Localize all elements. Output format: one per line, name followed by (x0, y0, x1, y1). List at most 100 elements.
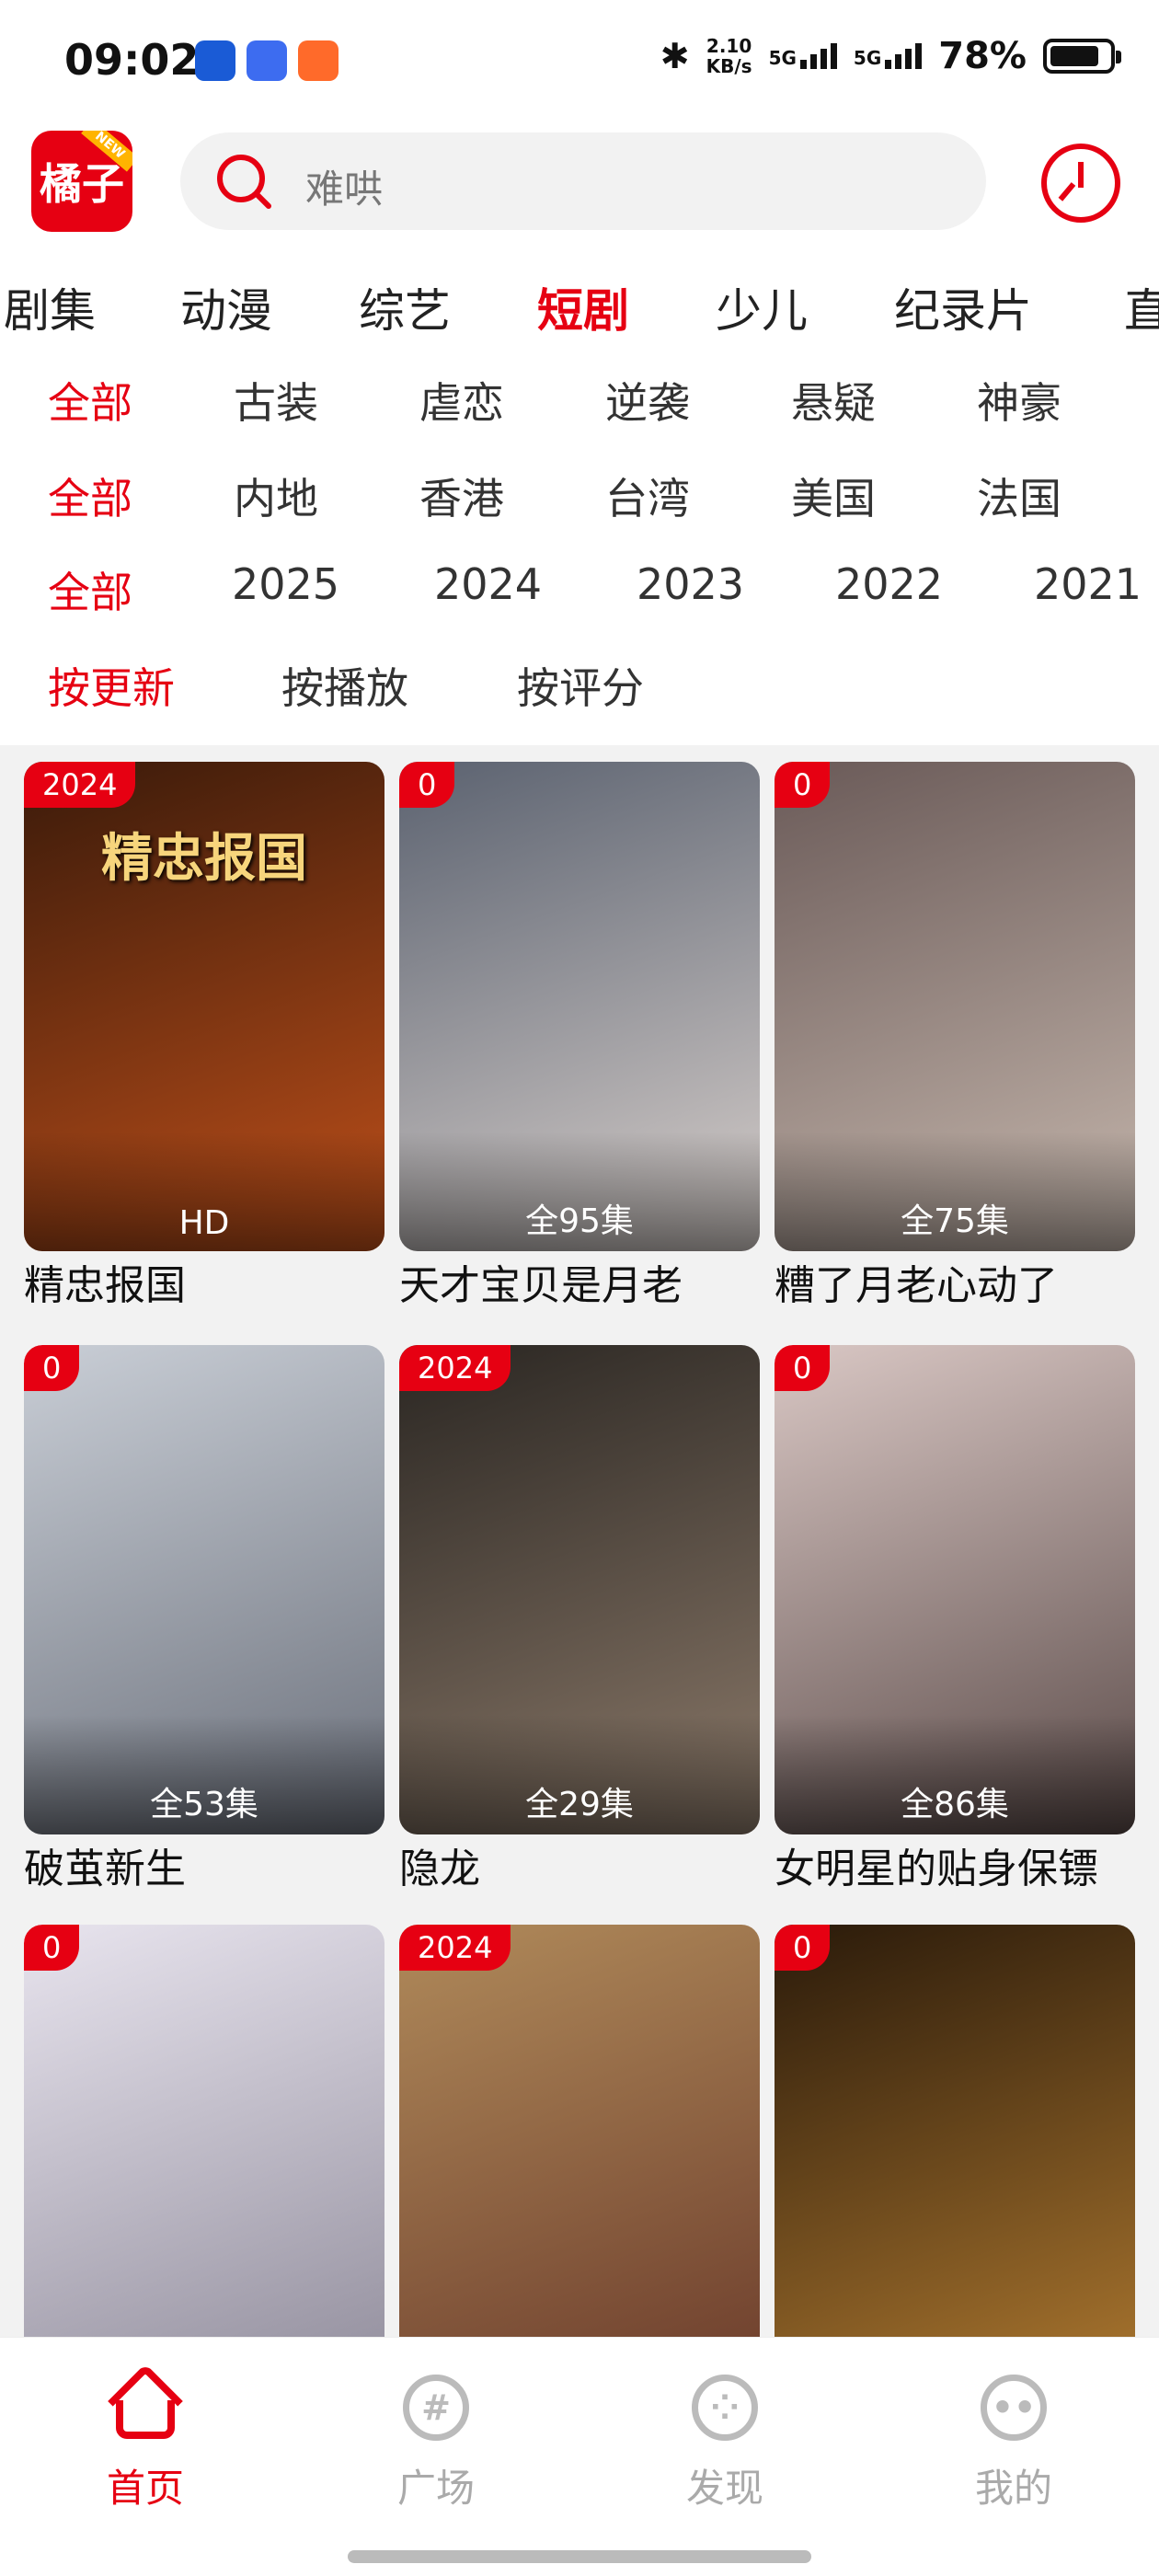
filter-year-item[interactable]: 2022 (835, 559, 943, 609)
poster-image: 2024 (399, 1925, 760, 2337)
drama-card[interactable]: 0 (24, 1925, 384, 2337)
filter-row-genre: 全部 古装 虐恋 逆袭 悬疑 神豪 (0, 370, 1159, 434)
episode-count: HD (178, 1204, 230, 1242)
drama-title: 糟了月老心动了 (775, 1262, 1058, 1309)
filter-year-all[interactable]: 全部 (48, 559, 132, 620)
poster-image: 2024 全29集 (399, 1345, 760, 1834)
tab-series[interactable]: 剧集 (4, 274, 96, 340)
tab-documentary[interactable]: 纪录片 (894, 274, 1032, 340)
profile-icon: •• (981, 2375, 1047, 2441)
nav-label: 发现 (685, 2466, 763, 2511)
bottom-nav: 首页 # 广场 ⁘ 发现 •• 我的 (0, 2337, 1159, 2576)
year-badge: 2024 (399, 1345, 511, 1391)
status-right: ✱ 2.10 KB/s 5G 5G 78% (660, 35, 1121, 77)
episode-count: 全75集 (901, 1202, 1009, 1240)
nav-profile[interactable]: •• 我的 (940, 2375, 1087, 2513)
filter-row-region: 全部 内地 香港 台湾 美国 法国 (0, 466, 1159, 530)
filter-year-item[interactable]: 2021 (1034, 559, 1142, 609)
filter-genre-item[interactable]: 逆袭 (605, 370, 690, 431)
episode-count: 全86集 (901, 1786, 1009, 1823)
filter-genre-item[interactable]: 神豪 (977, 370, 1061, 431)
filter-genre-all[interactable]: 全部 (48, 370, 132, 431)
filter-row-year: 全部 2025 2024 2023 2022 2021 (0, 559, 1159, 624)
drama-card[interactable]: 0 全95集 天才宝贝是月老 (399, 762, 760, 1316)
app-logo[interactable]: 橘子 NEW (31, 131, 132, 232)
sort-by-plays[interactable]: 按播放 (281, 655, 408, 716)
filter-year-item[interactable]: 2025 (232, 559, 339, 609)
filter-region-item[interactable]: 内地 (234, 466, 318, 526)
year-badge: 2024 (24, 762, 136, 808)
filter-region-all[interactable]: 全部 (48, 466, 132, 526)
filter-genre-item[interactable]: 古装 (234, 370, 318, 431)
search-icon (217, 155, 271, 209)
filter-year-item[interactable]: 2024 (434, 559, 542, 609)
year-badge: 0 (775, 1925, 831, 1971)
tab-live[interactable]: 直 (1124, 274, 1159, 340)
drama-title: 精忠报国 (24, 1262, 186, 1309)
vivo-notification-icon (247, 40, 287, 81)
nav-home[interactable]: 首页 (72, 2363, 219, 2513)
poster-art (775, 1925, 1135, 2337)
history-clock-icon[interactable] (1041, 144, 1120, 223)
sort-by-update[interactable]: 按更新 (48, 655, 175, 716)
section-divider (0, 745, 1159, 762)
poster-image: 0 全95集 (399, 762, 760, 1251)
poster-image: 0 (775, 1925, 1135, 2337)
tab-short-drama[interactable]: 短剧 (537, 274, 629, 340)
drama-card[interactable]: 精忠报国 2024 HD 精忠报国 (24, 762, 384, 1316)
filter-region-item[interactable]: 美国 (791, 466, 876, 526)
filter-region-item[interactable]: 香港 (419, 466, 504, 526)
discover-icon: ⁘ (692, 2375, 758, 2441)
year-badge: 2024 (399, 1925, 511, 1971)
tab-kids[interactable]: 少儿 (716, 274, 808, 340)
filter-year-item[interactable]: 2023 (637, 559, 744, 609)
shop-notification-icon (298, 40, 339, 81)
poster-art (24, 1925, 384, 2337)
search-placeholder: 难哄 (305, 167, 384, 212)
status-bar: 09:02 ✱ 2.10 KB/s 5G 5G 78% (0, 0, 1159, 120)
poster-image: 0 全53集 (24, 1345, 384, 1834)
status-time: 09:02 (64, 35, 200, 85)
signal-5g-icon-2: 5G (854, 43, 923, 69)
filter-genre-item[interactable]: 悬疑 (791, 370, 876, 431)
episode-count: 全53集 (150, 1786, 258, 1823)
signal-5g-icon-1: 5G (769, 43, 837, 69)
drama-grid: 精忠报国 2024 HD 精忠报国 0 全95集 天才宝贝是月老 0 全75集 (0, 762, 1159, 2337)
drama-title: 女明星的贴身保镖 (775, 1846, 1098, 1892)
year-badge: 0 (775, 1345, 831, 1391)
drama-card[interactable]: 2024 (399, 1925, 760, 2337)
sort-by-rating[interactable]: 按评分 (517, 655, 644, 716)
year-badge: 0 (24, 1925, 80, 1971)
drama-title: 隐龙 (399, 1846, 480, 1892)
drama-title: 天才宝贝是月老 (399, 1262, 683, 1309)
drama-card[interactable]: 2024 全29集 隐龙 (399, 1345, 760, 1899)
gesture-handle[interactable] (348, 2550, 811, 2563)
drama-card[interactable]: 0 全53集 破茧新生 (24, 1345, 384, 1899)
year-badge: 0 (24, 1345, 80, 1391)
poster-image: 精忠报国 2024 HD (24, 762, 384, 1251)
poster-image: 0 全86集 (775, 1345, 1135, 1834)
tab-anime[interactable]: 动漫 (180, 274, 272, 340)
nav-label: 我的 (974, 2466, 1052, 2511)
notification-icons (195, 40, 339, 81)
search-bar[interactable]: 难哄 (180, 132, 986, 230)
tab-variety[interactable]: 综艺 (359, 274, 451, 340)
nav-discover[interactable]: ⁘ 发现 (651, 2375, 798, 2513)
network-speed: 2.10 KB/s (706, 35, 752, 77)
nav-label: 广场 (396, 2466, 475, 2511)
drama-card[interactable]: 0 全75集 糟了月老心动了 (775, 762, 1135, 1316)
nav-label: 首页 (106, 2466, 184, 2511)
poster-image: 0 全75集 (775, 762, 1135, 1251)
category-tabs: 剧集 动漫 综艺 短剧 少儿 纪录片 直 (0, 274, 1159, 348)
filter-region-item[interactable]: 法国 (977, 466, 1061, 526)
poster-title-art: 精忠报国 (101, 828, 307, 889)
app-notification-icon (195, 40, 235, 81)
drama-card[interactable]: 0 (775, 1925, 1135, 2337)
battery-icon (1043, 39, 1121, 74)
filter-genre-item[interactable]: 虐恋 (419, 370, 504, 431)
year-badge: 0 (775, 762, 831, 808)
episode-count: 全95集 (525, 1202, 634, 1240)
drama-card[interactable]: 0 全86集 女明星的贴身保镖 (775, 1345, 1135, 1899)
nav-plaza[interactable]: # 广场 (362, 2375, 510, 2513)
filter-region-item[interactable]: 台湾 (605, 466, 690, 526)
